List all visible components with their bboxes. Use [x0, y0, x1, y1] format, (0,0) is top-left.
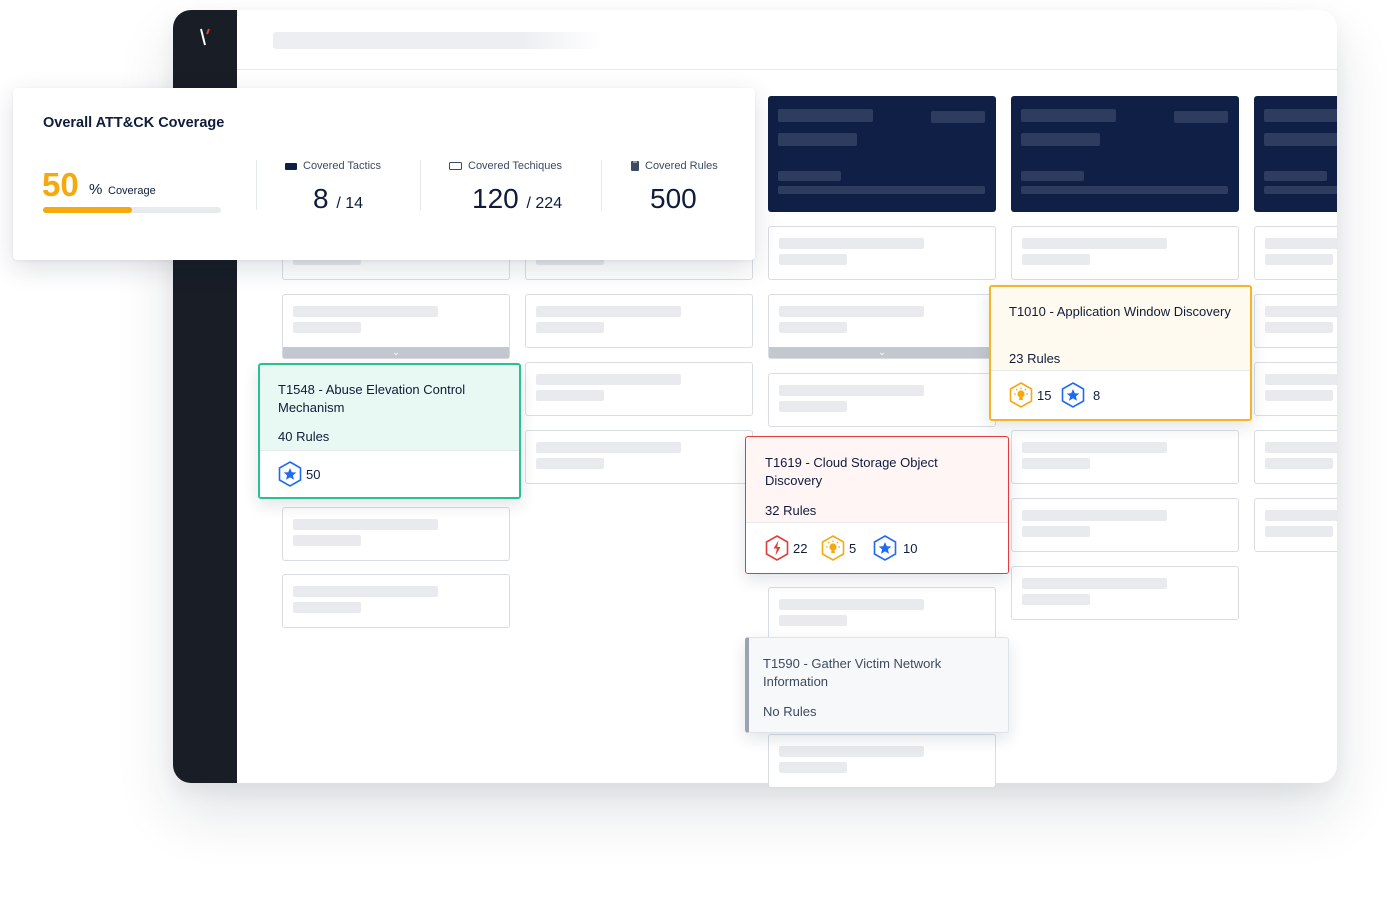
technique-rule-count: No Rules: [763, 704, 817, 719]
technique-placeholder-card[interactable]: [282, 507, 510, 561]
bulb-badge: 5: [821, 523, 856, 573]
technique-title: T1590 - Gather Victim Network Informatio…: [763, 656, 942, 689]
bulb-icon: [821, 535, 845, 561]
bulb-badge: 15: [1009, 371, 1051, 419]
tactic-header-card[interactable]: [1254, 96, 1337, 212]
technique-placeholder-card[interactable]: [1011, 226, 1239, 280]
bolt-icon: [765, 535, 789, 561]
breadcrumb-placeholder: [273, 32, 603, 49]
top-bar: [237, 10, 1337, 70]
technique-title: T1548 - Abuse Elevation Control Mechanis…: [278, 382, 466, 415]
divider: [601, 160, 602, 210]
technique-rule-count: 40 Rules: [278, 429, 330, 444]
expand-chevron-icon[interactable]: ⌄: [769, 347, 995, 358]
coverage-percent: 50: [42, 166, 79, 203]
tactic-header-card[interactable]: [1011, 96, 1239, 212]
technique-placeholder-card[interactable]: [525, 430, 753, 484]
technique-placeholder-card[interactable]: [768, 226, 996, 280]
covered-techniques-value: 120 / 224: [472, 183, 563, 214]
coverage-progress-bar: [43, 207, 221, 213]
technique-placeholder-card[interactable]: [768, 587, 996, 641]
technique-placeholder-card[interactable]: [1011, 498, 1239, 552]
technique-card-t1590[interactable]: T1590 - Gather Victim Network Informatio…: [745, 637, 1009, 733]
flag-icon: [285, 162, 297, 170]
technique-card-t1619[interactable]: T1619 - Cloud Storage Object Discovery 3…: [745, 436, 1009, 574]
clipboard-icon: [631, 161, 639, 172]
star-icon: [1061, 382, 1085, 408]
technique-title: T1619 - Cloud Storage Object Discovery: [765, 455, 938, 488]
technique-card-t1548[interactable]: T1548 - Abuse Elevation Control Mechanis…: [258, 363, 521, 499]
technique-placeholder-card[interactable]: [768, 734, 996, 788]
rectangle-icon: [449, 162, 462, 171]
covered-rules-label: Covered Rules: [631, 160, 718, 172]
technique-placeholder-card[interactable]: [1254, 226, 1337, 280]
covered-tactics-label: Covered Tactics: [285, 160, 381, 172]
bolt-badge: 22: [765, 523, 807, 573]
bulb-icon: [1009, 382, 1033, 408]
covered-rules-value: 500: [650, 183, 697, 214]
technique-placeholder-card[interactable]: [1011, 566, 1239, 620]
technique-card-t1010[interactable]: T1010 - Application Window Discovery 23 …: [989, 285, 1252, 421]
tactic-column-clipped: [1254, 0, 1337, 783]
star-icon: [873, 535, 897, 561]
star-badge: 8: [1061, 371, 1100, 419]
coverage-label: Coverage: [108, 185, 156, 197]
covered-tactics-value: 8 / 14: [313, 183, 364, 214]
technique-placeholder-card[interactable]: [768, 373, 996, 427]
star-badge: 50: [278, 451, 320, 497]
tactic-header-card[interactable]: [768, 96, 996, 212]
technique-rule-count: 23 Rules: [1009, 351, 1061, 366]
expand-chevron-icon[interactable]: ⌄: [283, 347, 509, 358]
technique-placeholder-card[interactable]: [525, 294, 753, 348]
star-badge: 10: [873, 523, 917, 573]
divider: [420, 160, 421, 210]
technique-badges: 22 5 10: [746, 522, 1008, 573]
percent-sign: %: [89, 181, 103, 198]
divider: [256, 160, 257, 210]
technique-badges: 50: [260, 450, 519, 497]
star-icon: [278, 461, 302, 487]
technique-title: T1010 - Application Window Discovery: [1009, 304, 1231, 319]
technique-placeholder-card[interactable]: [1254, 294, 1337, 348]
technique-placeholder-card[interactable]: [1011, 430, 1239, 484]
coverage-panel: Overall ATT&CK Coverage 50 % Coverage Co…: [13, 88, 755, 260]
covered-techniques-label: Covered Techiques: [449, 160, 562, 172]
coverage-title: Overall ATT&CK Coverage: [43, 115, 225, 131]
technique-placeholder-card[interactable]: [525, 362, 753, 416]
technique-placeholder-card[interactable]: ⌄: [768, 294, 996, 359]
technique-rule-count: 32 Rules: [765, 503, 817, 518]
technique-placeholder-card[interactable]: [1254, 498, 1337, 552]
technique-badges: 15 8: [991, 370, 1250, 419]
technique-placeholder-card[interactable]: [1254, 362, 1337, 416]
technique-placeholder-card[interactable]: [282, 574, 510, 628]
brand-logo[interactable]: [200, 28, 212, 46]
technique-placeholder-card[interactable]: ⌄: [282, 294, 510, 359]
coverage-progress-fill: [43, 207, 132, 213]
technique-placeholder-card[interactable]: [1254, 430, 1337, 484]
